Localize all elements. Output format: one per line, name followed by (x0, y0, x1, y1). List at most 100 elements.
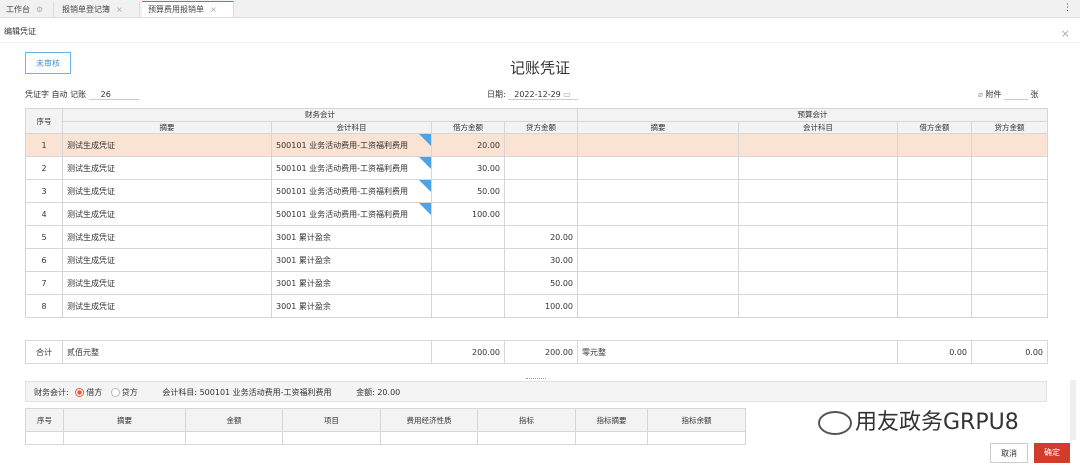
row-summary[interactable]: 测试生成凭证 (62, 179, 272, 203)
row-credit[interactable] (504, 156, 578, 180)
close-icon[interactable]: × (210, 5, 217, 14)
row-subject[interactable]: 3001 累计盈余 (271, 248, 432, 272)
sub-cell[interactable] (25, 431, 64, 445)
row-budget-subject[interactable] (738, 156, 898, 180)
row-budget-debit[interactable] (897, 294, 972, 318)
credit-radio[interactable] (110, 388, 120, 397)
row-subject[interactable]: 500101 业务活动费用-工资福利费用 (271, 133, 432, 157)
row-budget-debit[interactable] (897, 225, 972, 249)
confirm-button[interactable]: 确定 (1034, 443, 1070, 463)
tab-expense-form[interactable]: 预算费用报销单 × (142, 1, 234, 17)
row-subject[interactable]: 3001 累计盈余 (271, 225, 432, 249)
row-budget-debit[interactable] (897, 202, 972, 226)
row-budget-credit[interactable] (971, 248, 1048, 272)
row-budget-subject[interactable] (738, 202, 898, 226)
sub-cell[interactable] (380, 431, 478, 445)
sub-cell[interactable] (575, 431, 648, 445)
tab-workbench[interactable]: 工作台 ⚙ (0, 2, 54, 17)
row-credit[interactable] (504, 133, 578, 157)
row-subject[interactable]: 500101 业务活动费用-工资福利费用 (271, 202, 432, 226)
row-budget-debit[interactable] (897, 133, 972, 157)
row-summary[interactable]: 测试生成凭证 (62, 271, 272, 295)
row-budget-subject[interactable] (738, 271, 898, 295)
sub-cell[interactable] (647, 431, 746, 445)
row-budget-debit[interactable] (897, 156, 972, 180)
row-budget-summary[interactable] (577, 271, 739, 295)
row-subject[interactable]: 3001 累计盈余 (271, 294, 432, 318)
row-budget-credit[interactable] (971, 294, 1048, 318)
row-budget-summary[interactable] (577, 202, 739, 226)
sub-cell[interactable] (185, 431, 283, 445)
row-summary[interactable]: 测试生成凭证 (62, 133, 272, 157)
row-debit[interactable] (431, 271, 505, 295)
row-subject[interactable]: 3001 累计盈余 (271, 271, 432, 295)
voucher-type-value[interactable]: 自动 (52, 90, 68, 99)
row-budget-credit[interactable] (971, 133, 1048, 157)
row-debit[interactable]: 50.00 (431, 179, 505, 203)
row-credit[interactable] (504, 202, 578, 226)
row-budget-subject[interactable] (738, 248, 898, 272)
row-index: 6 (25, 248, 63, 272)
row-debit[interactable]: 30.00 (431, 156, 505, 180)
row-debit[interactable] (431, 225, 505, 249)
date-input[interactable]: 2022-12-29 ▭ (508, 90, 579, 100)
sub-cell[interactable] (477, 431, 576, 445)
more-icon[interactable]: ⋮ (1063, 3, 1072, 13)
table-row[interactable]: 2 测试生成凭证 500101 业务活动费用-工资福利费用 30.00 (25, 156, 1048, 180)
row-budget-subject[interactable] (738, 225, 898, 249)
row-budget-summary[interactable] (577, 294, 739, 318)
table-row[interactable]: 4 测试生成凭证 500101 业务活动费用-工资福利费用 100.00 (25, 202, 1048, 226)
row-debit[interactable]: 20.00 (431, 133, 505, 157)
row-budget-summary[interactable] (577, 133, 739, 157)
row-debit[interactable]: 100.00 (431, 202, 505, 226)
table-row[interactable]: 8 测试生成凭证 3001 累计盈余 100.00 (25, 294, 1048, 318)
row-summary[interactable]: 测试生成凭证 (62, 202, 272, 226)
row-budget-credit[interactable] (971, 156, 1048, 180)
row-budget-debit[interactable] (897, 179, 972, 203)
row-subject[interactable]: 500101 业务活动费用-工资福利费用 (271, 179, 432, 203)
attach-count-input[interactable] (1003, 90, 1028, 100)
close-icon[interactable]: × (1061, 27, 1070, 40)
row-budget-subject[interactable] (738, 133, 898, 157)
close-icon[interactable]: × (116, 5, 123, 14)
table-row[interactable]: 7 测试生成凭证 3001 累计盈余 50.00 (25, 271, 1048, 295)
row-summary[interactable]: 测试生成凭证 (62, 156, 272, 180)
table-row[interactable]: 6 测试生成凭证 3001 累计盈余 30.00 (25, 248, 1048, 272)
row-credit[interactable]: 50.00 (504, 271, 578, 295)
row-budget-summary[interactable] (577, 225, 739, 249)
row-budget-summary[interactable] (577, 156, 739, 180)
row-subject[interactable]: 500101 业务活动费用-工资福利费用 (271, 156, 432, 180)
row-budget-subject[interactable] (738, 294, 898, 318)
row-credit[interactable] (504, 179, 578, 203)
table-row[interactable]: 5 测试生成凭证 3001 累计盈余 20.00 (25, 225, 1048, 249)
row-budget-credit[interactable] (971, 179, 1048, 203)
book-number-input[interactable]: 26 (88, 90, 139, 100)
sub-cell[interactable] (63, 431, 186, 445)
page-subtitle: 编辑凭证 (4, 27, 36, 36)
table-row[interactable]: 1 测试生成凭证 500101 业务活动费用-工资福利费用 20.00 (25, 133, 1048, 157)
sub-cell[interactable] (282, 431, 381, 445)
row-summary[interactable]: 测试生成凭证 (62, 225, 272, 249)
cancel-button[interactable]: 取消 (990, 443, 1028, 463)
row-debit[interactable] (431, 294, 505, 318)
row-budget-subject[interactable] (738, 179, 898, 203)
row-summary[interactable]: 测试生成凭证 (62, 294, 272, 318)
vertical-scrollbar[interactable] (1070, 380, 1076, 440)
row-credit[interactable]: 20.00 (504, 225, 578, 249)
row-budget-summary[interactable] (577, 179, 739, 203)
row-credit[interactable]: 100.00 (504, 294, 578, 318)
row-debit[interactable] (431, 248, 505, 272)
tab-register[interactable]: 报销单登记簿 × (56, 2, 140, 17)
row-budget-credit[interactable] (971, 202, 1048, 226)
calendar-icon[interactable]: ▭ (563, 90, 571, 99)
row-budget-summary[interactable] (577, 248, 739, 272)
table-row[interactable]: 3 测试生成凭证 500101 业务活动费用-工资福利费用 50.00 (25, 179, 1048, 203)
row-budget-credit[interactable] (971, 225, 1048, 249)
row-summary[interactable]: 测试生成凭证 (62, 248, 272, 272)
debit-radio[interactable] (75, 388, 85, 397)
row-budget-debit[interactable] (897, 271, 972, 295)
row-budget-credit[interactable] (971, 271, 1048, 295)
row-budget-debit[interactable] (897, 248, 972, 272)
gear-icon[interactable]: ⚙ (36, 5, 43, 14)
row-credit[interactable]: 30.00 (504, 248, 578, 272)
